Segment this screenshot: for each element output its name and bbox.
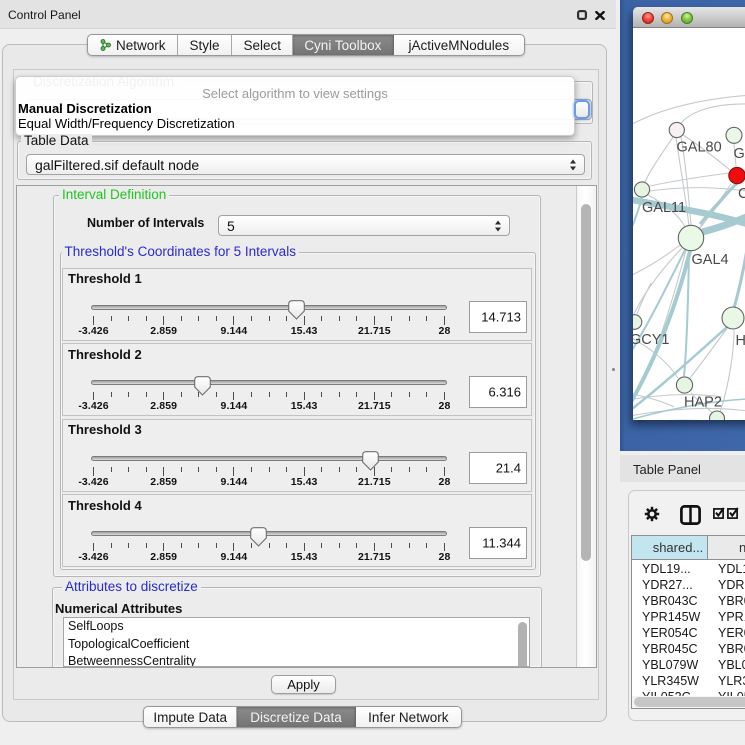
svg-text:GA: GA — [734, 146, 745, 162]
svg-text:H: H — [736, 333, 745, 349]
svg-text:C: C — [738, 186, 745, 202]
svg-text:GAL11: GAL11 — [642, 200, 686, 216]
svg-text:HAP2: HAP2 — [684, 395, 722, 411]
svg-text:GAL80: GAL80 — [677, 140, 722, 156]
svg-text:GCY1: GCY1 — [633, 332, 670, 348]
svg-text:GAL4: GAL4 — [692, 252, 729, 268]
